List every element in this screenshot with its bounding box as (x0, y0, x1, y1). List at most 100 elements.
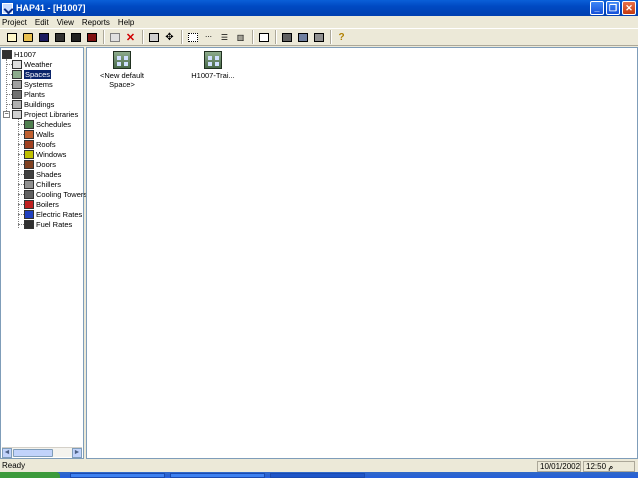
menu-help[interactable]: Help (118, 18, 134, 27)
toolbar: ✕ ✥ ⋯ ☰ ▥ ? (0, 28, 638, 46)
tree-item-project-libraries[interactable]: Project Libraries (12, 109, 78, 119)
tree-item-chillers[interactable]: Chillers (24, 179, 61, 189)
menu-reports[interactable]: Reports (82, 18, 110, 27)
toolbar-separator (181, 30, 183, 44)
shades-icon (24, 169, 34, 179)
app-icon[interactable] (2, 2, 13, 14)
tree-item-label: Chillers (36, 179, 62, 189)
large-icons-icon[interactable] (186, 31, 199, 44)
title-bar[interactable]: HAP41 - [H1007] _ ❐ ✕ (0, 0, 638, 16)
boilers-icon (24, 199, 34, 209)
tree-item-label: Boilers (36, 199, 59, 209)
help-icon[interactable]: ? (335, 31, 348, 44)
tree-item-boilers[interactable]: Boilers (24, 199, 59, 209)
windows-icon (24, 149, 34, 159)
tree-horizontal-scrollbar[interactable]: ◄ ► (2, 447, 82, 458)
window-title: HAP41 - [H1007] (16, 3, 86, 13)
minimize-button[interactable]: _ (590, 1, 604, 15)
print-report-icon[interactable] (85, 31, 98, 44)
tree-item-label: Spaces (24, 69, 52, 79)
archive-icon[interactable] (53, 31, 66, 44)
fuel-rates-icon (24, 219, 34, 229)
delete-icon[interactable]: ✕ (124, 31, 137, 44)
taskbar-button-active[interactable] (270, 473, 365, 478)
tree-item-buildings[interactable]: Buildings (12, 99, 54, 109)
weather-icon (12, 59, 22, 69)
app-window: HAP41 - [H1007] _ ❐ ✕ Project Edit View … (0, 0, 638, 478)
tree-item-label: Cooling Towers (36, 189, 88, 199)
menu-project[interactable]: Project (2, 18, 27, 27)
tree-item-label: Roofs (36, 139, 56, 149)
menu-view[interactable]: View (57, 18, 74, 27)
results-chart-icon[interactable] (296, 31, 309, 44)
tree-item-schedules[interactable]: Schedules (24, 119, 71, 129)
tree-item-windows[interactable]: Windows (24, 149, 66, 159)
tree-item-label: Buildings (24, 99, 55, 109)
window-controls: _ ❐ ✕ (590, 1, 636, 15)
building-space-icon (113, 51, 131, 69)
tree-item-weather[interactable]: Weather (12, 59, 52, 69)
status-date: 10/01/2002 (537, 461, 581, 472)
toolbar-separator (275, 30, 277, 44)
taskbar-button[interactable] (70, 473, 165, 478)
libraries-expander[interactable]: − (3, 111, 10, 118)
list-icon[interactable]: ☰ (218, 31, 231, 44)
start-button[interactable] (0, 472, 60, 478)
tree-root-label: H1007 (14, 49, 37, 59)
tree-item-cooling-towers[interactable]: Cooling Towers (24, 189, 87, 199)
close-button[interactable]: ✕ (622, 1, 636, 15)
tree-item-electric-rates[interactable]: Electric Rates (24, 209, 82, 219)
menu-edit[interactable]: Edit (35, 18, 49, 27)
buildings-icon (12, 99, 22, 109)
copy-icon[interactable] (108, 31, 121, 44)
tree-item-plants[interactable]: Plants (12, 89, 45, 99)
report-icon[interactable] (312, 31, 325, 44)
building-space-icon (204, 51, 222, 69)
tree-item-label: Systems (24, 79, 53, 89)
save-icon[interactable] (37, 31, 50, 44)
space-item-label: <New default (100, 71, 144, 80)
tree-item-walls[interactable]: Walls (24, 129, 54, 139)
tree-item-shades[interactable]: Shades (24, 169, 61, 179)
tree-item-spaces[interactable]: Spaces (12, 69, 52, 79)
space-item-new-default[interactable]: <New default Space> (87, 51, 157, 89)
open-project-icon[interactable] (21, 31, 34, 44)
libraries-icon (12, 109, 22, 119)
spaces-icon (12, 69, 22, 79)
toolbar-separator (330, 30, 332, 44)
properties-icon[interactable] (147, 31, 160, 44)
roofs-icon (24, 139, 34, 149)
tree-item-roofs[interactable]: Roofs (24, 139, 56, 149)
tree-item-systems[interactable]: Systems (12, 79, 53, 89)
scroll-left-button[interactable]: ◄ (2, 448, 12, 458)
chillers-icon (24, 179, 34, 189)
print-icon[interactable] (69, 31, 82, 44)
calculate-icon[interactable] (280, 31, 293, 44)
project-tree[interactable]: H1007 Weather Spaces Systems Plants Buil… (0, 47, 87, 459)
status-text: Ready (2, 461, 26, 470)
tree-root[interactable]: H1007 (2, 49, 36, 59)
tree-item-label: Doors (36, 159, 57, 169)
move-icon[interactable]: ✥ (163, 31, 176, 44)
toolbar-separator (252, 30, 254, 44)
small-icons-icon[interactable]: ⋯ (202, 31, 215, 44)
scroll-thumb[interactable] (13, 449, 53, 457)
tree-item-doors[interactable]: Doors (24, 159, 56, 169)
spaces-list-view[interactable]: <New default Space> H1007-Trai... (86, 47, 638, 459)
details-icon[interactable]: ▥ (234, 31, 247, 44)
scroll-right-button[interactable]: ► (72, 448, 82, 458)
tree-item-label: Walls (36, 129, 55, 139)
schedules-icon (24, 119, 34, 129)
tree-item-label: Plants (24, 89, 45, 99)
cooling-towers-icon (24, 189, 34, 199)
systems-icon (12, 79, 22, 89)
menu-bar: Project Edit View Reports Help (0, 16, 638, 28)
new-project-icon[interactable] (5, 31, 18, 44)
tree-item-fuel-rates[interactable]: Fuel Rates (24, 219, 72, 229)
taskbar-button[interactable] (170, 473, 265, 478)
restore-button[interactable]: ❐ (606, 1, 620, 15)
plants-icon (12, 89, 22, 99)
input-sheet-icon[interactable] (257, 31, 270, 44)
space-item-label: Space> (109, 80, 135, 89)
space-item-h1007-trai[interactable]: H1007-Trai... (178, 51, 248, 80)
